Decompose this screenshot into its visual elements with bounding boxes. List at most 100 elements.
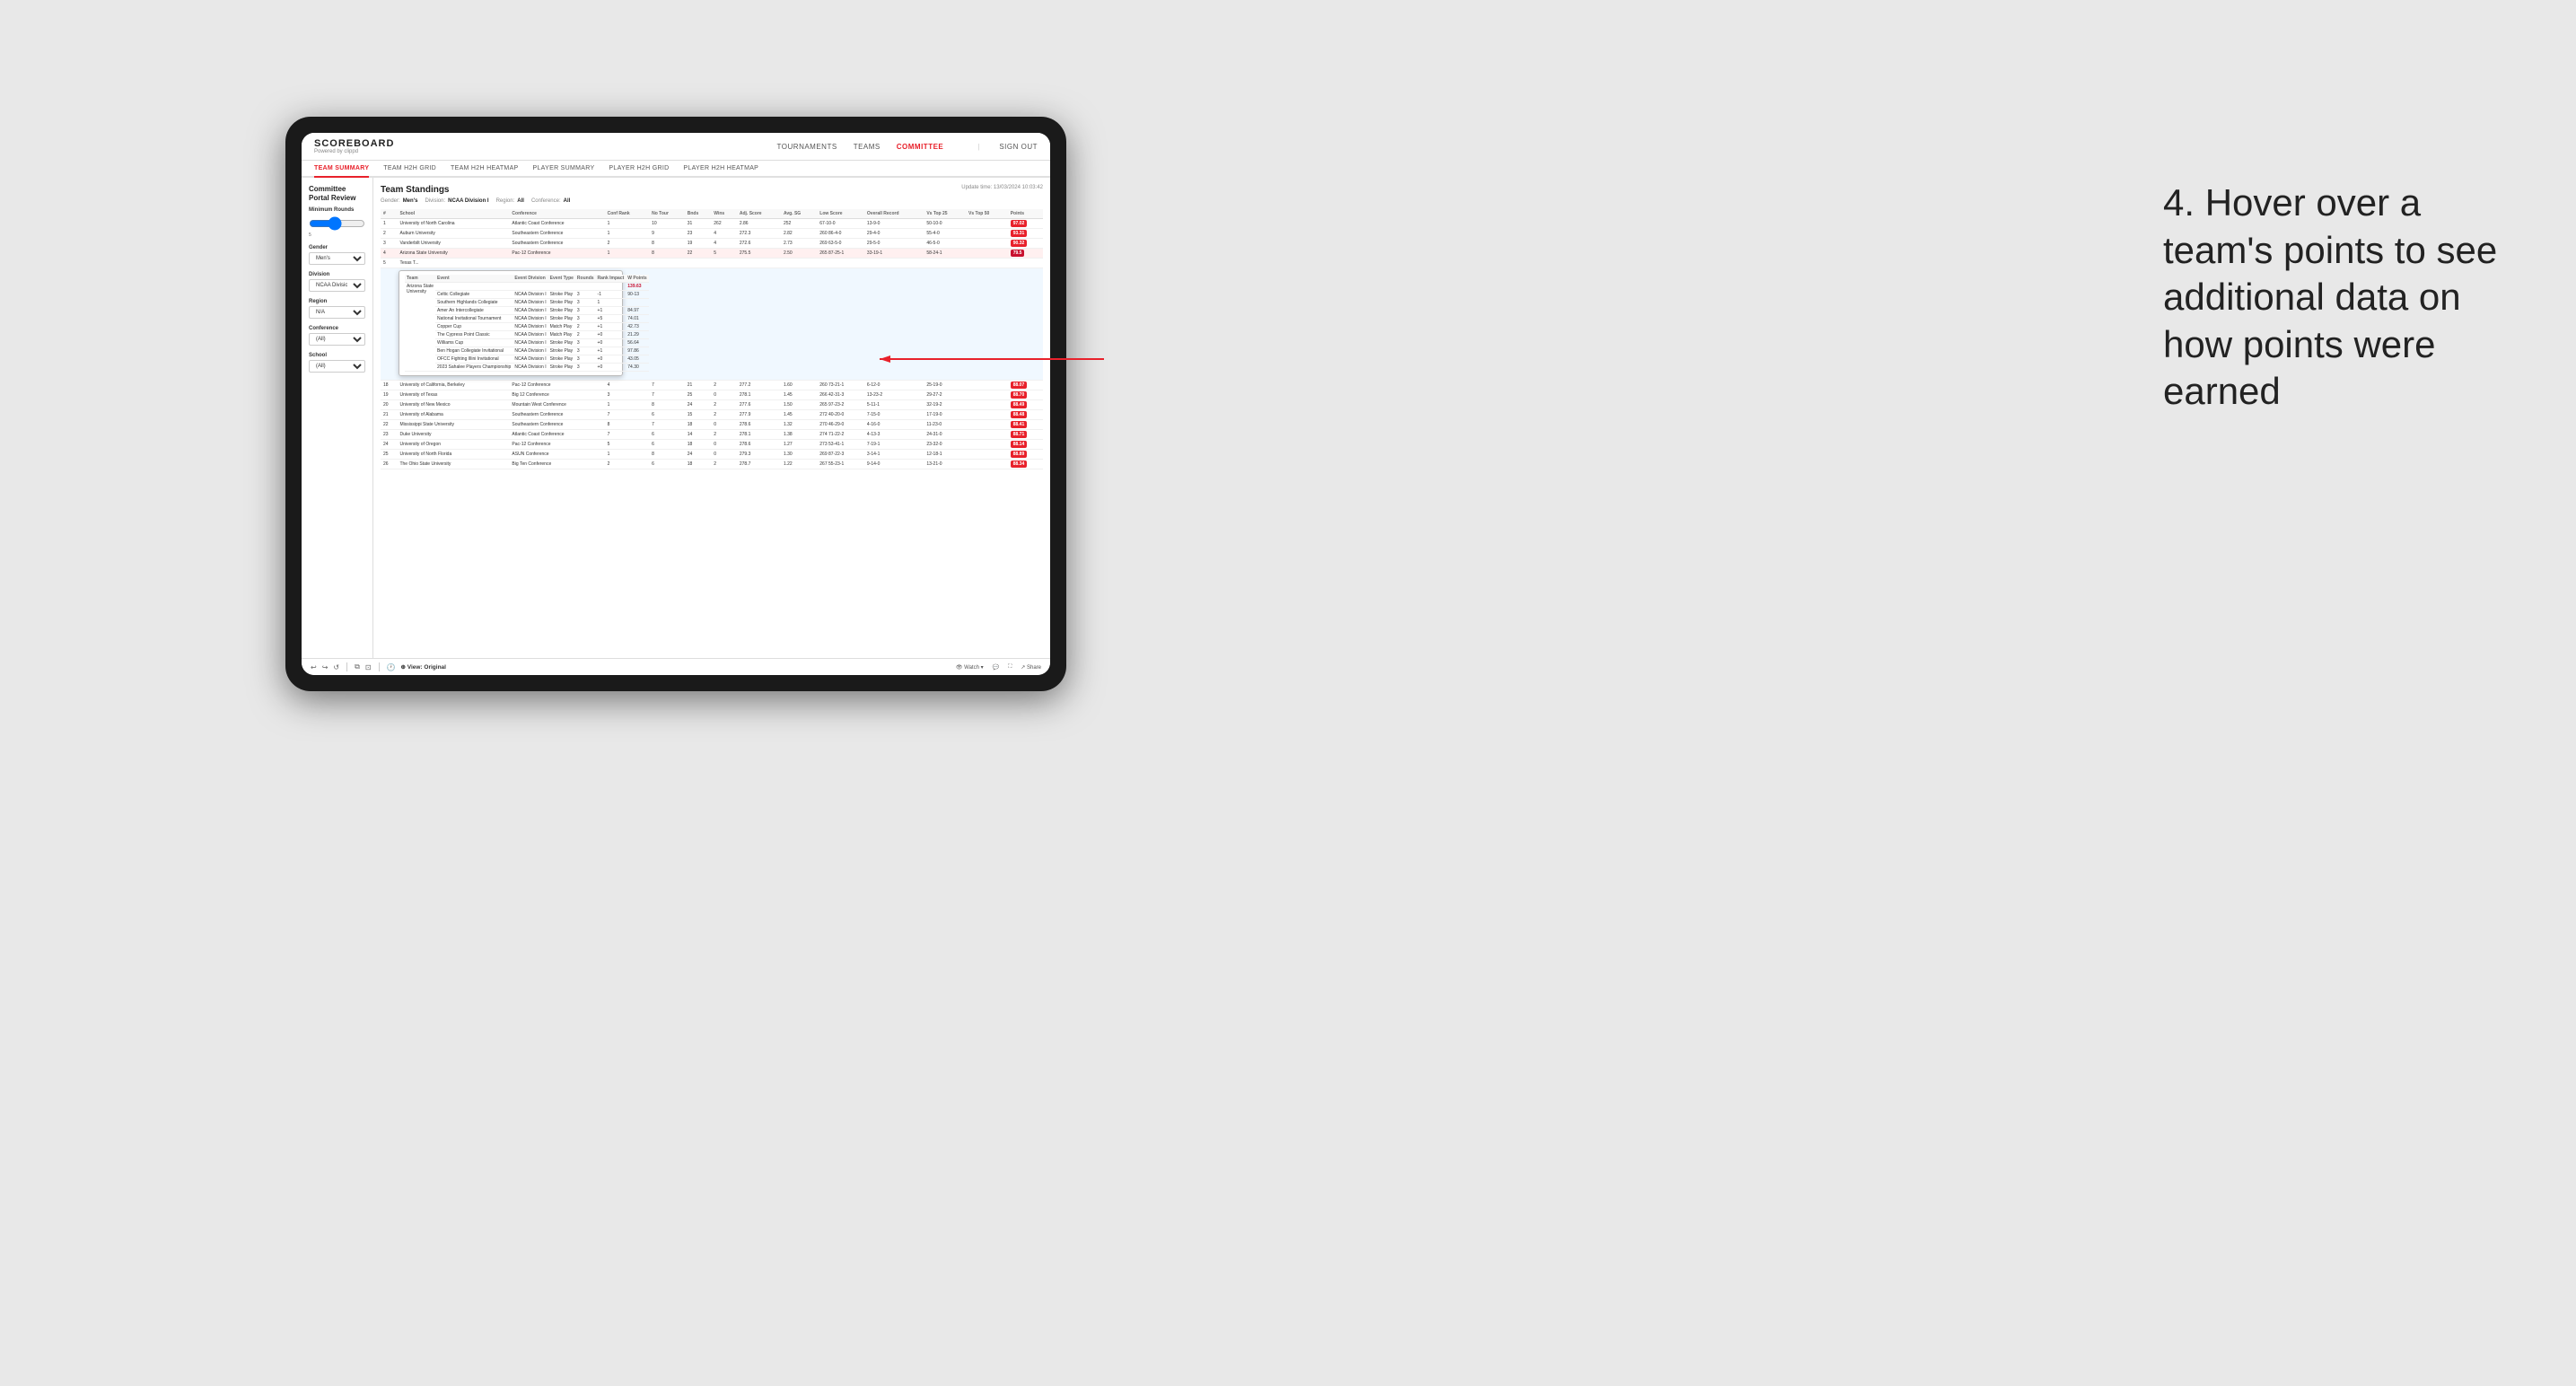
table-row[interactable]: 19 University of Texas Big 12 Conference… xyxy=(381,390,1043,400)
toolbar-right: 👁 Watch ▾ 💬 ⛶ ↗ Share xyxy=(956,664,1041,671)
gender-select[interactable]: Men's Women's xyxy=(309,252,365,265)
tablet-screen: SCOREBOARD Powered by clippd TOURNAMENTS… xyxy=(302,133,1050,675)
conference-select[interactable]: (All) xyxy=(309,333,365,346)
table-row-highlighted[interactable]: 4 Arizona State University Pac-12 Confer… xyxy=(381,249,1043,259)
table-row[interactable]: 22 Mississippi State University Southeas… xyxy=(381,420,1043,430)
filter-gender: Gender: Men's xyxy=(381,198,417,204)
table-row[interactable]: 2 Auburn University Southeastern Confere… xyxy=(381,229,1043,239)
table-row[interactable]: 23 Duke University Atlantic Coast Confer… xyxy=(381,430,1043,440)
fullscreen-icon[interactable]: ⛶ xyxy=(1008,664,1012,671)
col-overall-record: Overall Record xyxy=(864,209,924,219)
share-button[interactable]: ↗ Share xyxy=(1021,664,1041,671)
col-school: School xyxy=(397,209,509,219)
redo-icon[interactable]: ↪ xyxy=(322,663,329,671)
tooltip-row: The Cypress Point Classic NCAA Division … xyxy=(405,331,649,339)
tooltip-row: Amer An Intercollegiate NCAA Division I … xyxy=(405,307,649,315)
filter-conference-label: Conference: xyxy=(531,198,561,204)
col-rank: # xyxy=(381,209,397,219)
bottom-toolbar: ↩ ↪ ↺ ⧉ ⊡ 🕐 ⊕ View: Original 👁 Watch ▾ 💬… xyxy=(302,658,1050,675)
filter-region: Region: All xyxy=(496,198,524,204)
col-avg-sg: Avg. SG xyxy=(781,209,817,219)
tooltip-row: Williams Cup NCAA Division I Stroke Play… xyxy=(405,339,649,347)
sidebar-minimum-rounds: Minimum Rounds 5 xyxy=(309,207,365,238)
minimum-rounds-slider[interactable] xyxy=(309,216,365,231)
nav-committee[interactable]: COMMITTEE xyxy=(897,143,944,151)
divider xyxy=(346,662,347,671)
col-vs-top25: Vs Top 25 xyxy=(924,209,966,219)
divider2 xyxy=(379,662,380,671)
col-vs-top50: Vs Top 50 xyxy=(966,209,1008,219)
sub-nav: TEAM SUMMARY TEAM H2H GRID TEAM H2H HEAT… xyxy=(302,161,1050,178)
tooltip-row: Ben Hogan Collegiate Invitational NCAA D… xyxy=(405,347,649,355)
table-row[interactable]: 1 University of North Carolina Atlantic … xyxy=(381,219,1043,229)
sidebar-gender: Gender Men's Women's xyxy=(309,245,365,265)
sign-out-link[interactable]: Sign out xyxy=(999,143,1038,151)
sub-nav-player-h2h-grid[interactable]: PLAYER H2H GRID xyxy=(609,161,669,178)
col-bnds: Bnds xyxy=(685,209,712,219)
filter-conference: Conference: All xyxy=(531,198,570,204)
sub-nav-player-summary[interactable]: PLAYER SUMMARY xyxy=(533,161,595,178)
sub-nav-team-summary[interactable]: TEAM SUMMARY xyxy=(314,161,369,178)
tooltip-row: Southern Highlands Collegiate NCAA Divis… xyxy=(405,299,649,307)
powered-by: Powered by clippd xyxy=(314,149,394,154)
sidebar-minimum-rounds-label: Minimum Rounds xyxy=(309,207,365,213)
sub-nav-player-h2h-heatmap[interactable]: PLAYER H2H HEATMAP xyxy=(683,161,758,178)
sidebar: Committee Portal Review Minimum Rounds 5… xyxy=(302,178,373,658)
table-row[interactable]: 20 University of New Mexico Mountain Wes… xyxy=(381,400,1043,410)
table-row[interactable]: 25 University of North Florida ASUN Conf… xyxy=(381,450,1043,460)
update-time: Update time: 13/03/2024 10:03:42 xyxy=(961,185,1043,190)
col-low-score: Low Score xyxy=(817,209,864,219)
annotation-text: 4. Hover over a team's points to see add… xyxy=(2163,180,2504,416)
sidebar-conference: Conference (All) xyxy=(309,326,365,346)
col-conference: Conference xyxy=(509,209,604,219)
main-content: Committee Portal Review Minimum Rounds 5… xyxy=(302,178,1050,658)
school-select[interactable]: (All) xyxy=(309,360,365,373)
table-row[interactable]: 26 The Ohio State University Big Ten Con… xyxy=(381,460,1043,469)
filter-region-value: All xyxy=(517,198,524,204)
sidebar-region: Region N/A All xyxy=(309,299,365,319)
filter-division-label: Division: xyxy=(425,198,445,204)
table-row[interactable]: 18 University of California, Berkeley Pa… xyxy=(381,381,1043,390)
comment-icon[interactable]: 💬 xyxy=(993,664,999,671)
sidebar-school: School (All) xyxy=(309,353,365,373)
app-logo: SCOREBOARD xyxy=(314,138,394,149)
hover-tooltip: Team Event Event Division Event Type Rou… xyxy=(399,270,623,376)
undo-icon[interactable]: ↩ xyxy=(311,663,317,671)
col-points: Points xyxy=(1008,209,1043,219)
clock-icon[interactable]: 🕐 xyxy=(387,663,396,671)
nav-teams[interactable]: TEAMS xyxy=(854,143,881,151)
copy-icon[interactable]: ⧉ xyxy=(355,662,360,671)
sub-nav-team-h2h-heatmap[interactable]: TEAM H2H HEATMAP xyxy=(451,161,518,178)
table-row[interactable]: 24 University of Oregon Pac-12 Conferenc… xyxy=(381,440,1043,450)
nav-tournaments[interactable]: TOURNAMENTS xyxy=(777,143,837,151)
tooltip-row: Copper Cup NCAA Division I Match Play 2 … xyxy=(405,323,649,331)
tooltip-row: 2023 Sahalee Players Championship NCAA D… xyxy=(405,364,649,372)
table-row[interactable]: 5 Texas T... xyxy=(381,259,1043,268)
sidebar-conference-label: Conference xyxy=(309,326,365,331)
filter-division: Division: NCAA Division I xyxy=(425,198,488,204)
filter-conference-value: All xyxy=(564,198,571,204)
col-adj-score: Adj. Score xyxy=(737,209,781,219)
logo-area: SCOREBOARD Powered by clippd xyxy=(314,138,394,154)
sub-nav-team-h2h-grid[interactable]: TEAM H2H GRID xyxy=(383,161,436,178)
view-label[interactable]: ⊕ View: Original xyxy=(401,663,446,671)
filter-gender-value: Men's xyxy=(403,198,418,204)
table-row[interactable]: 3 Vanderbilt University Southeastern Con… xyxy=(381,239,1043,249)
sidebar-gender-label: Gender xyxy=(309,245,365,250)
panel-title: Team Standings xyxy=(381,185,450,195)
tablet-shell: SCOREBOARD Powered by clippd TOURNAMENTS… xyxy=(285,117,1066,691)
nav-links: TOURNAMENTS TEAMS COMMITTEE | Sign out xyxy=(777,143,1038,151)
division-select[interactable]: NCAA Division I NCAA Division II NCAA Di… xyxy=(309,279,365,292)
watch-button[interactable]: 👁 Watch ▾ xyxy=(956,664,984,671)
refresh-icon[interactable]: ↺ xyxy=(333,663,339,671)
table-row[interactable]: 21 University of Alabama Southeastern Co… xyxy=(381,410,1043,420)
col-no-tour: No Tour xyxy=(649,209,685,219)
tooltip-row: Celtic Collegiate NCAA Division I Stroke… xyxy=(405,291,649,299)
tooltip-table: Team Event Event Division Event Type Rou… xyxy=(405,275,649,372)
region-select[interactable]: N/A All xyxy=(309,306,365,319)
tooltip-row: OFCC Fighting Illini Invitational NCAA D… xyxy=(405,355,649,364)
standings-table: # School Conference Conf Rank No Tour Bn… xyxy=(381,209,1043,469)
toolbar-left: ↩ ↪ ↺ ⧉ ⊡ 🕐 ⊕ View: Original xyxy=(311,662,446,671)
crop-icon[interactable]: ⊡ xyxy=(365,663,372,671)
sidebar-division: Division NCAA Division I NCAA Division I… xyxy=(309,272,365,292)
